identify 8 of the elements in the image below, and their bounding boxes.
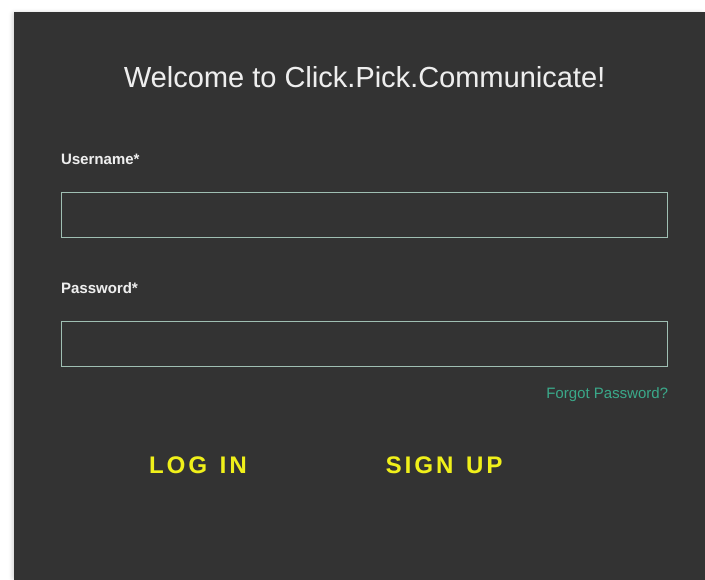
welcome-title: Welcome to Click.Pick.Communicate! bbox=[122, 62, 606, 95]
input-field[interactable] bbox=[61, 321, 668, 367]
action-button[interactable]: LOG IN bbox=[141, 448, 258, 484]
input-field[interactable] bbox=[61, 192, 668, 238]
action-button[interactable]: SIGN UP bbox=[378, 448, 514, 484]
field-label: Username* bbox=[61, 151, 140, 168]
forgot-password-link[interactable]: Forgot Password? bbox=[546, 385, 668, 402]
field-label: Password* bbox=[61, 280, 139, 297]
